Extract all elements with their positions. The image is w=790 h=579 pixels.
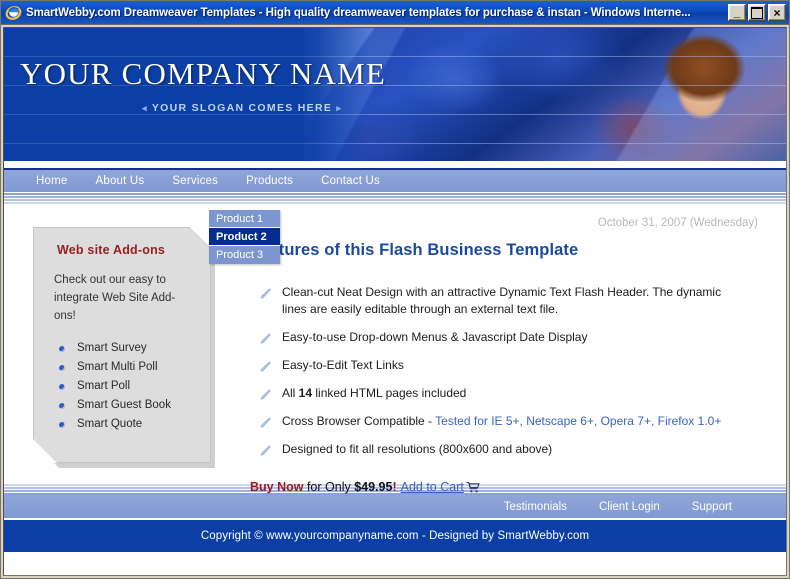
page-viewport: YOUR COMPANY NAME ◂ YOUR SLOGAN COMES HE…	[3, 27, 787, 576]
maximize-button[interactable]	[748, 4, 766, 21]
close-icon: ×	[773, 5, 781, 20]
title-bar: SmartWebby.com Dreamweaver Templates - H…	[1, 1, 789, 25]
minimize-button[interactable]: _	[728, 4, 746, 21]
sidebar-item-smart-multi-poll[interactable]: Smart Multi Poll	[57, 358, 207, 377]
dropdown-item-product-1[interactable]: Product 1	[209, 210, 280, 228]
sidebar-item-label: Smart Quote	[77, 418, 143, 430]
feature-item: Cross Browser Compatible - Tested for IE…	[258, 413, 728, 430]
banner-gradient-overlay	[289, 28, 369, 161]
feature-item: Easy-to-Edit Text Links	[258, 357, 728, 374]
bullet-dot-icon	[59, 403, 65, 409]
maximize-icon	[749, 5, 765, 20]
internet-explorer-icon	[5, 4, 22, 21]
pencil-bullet-icon	[260, 416, 271, 428]
buy-now-line: Buy Now for Only $49.95! Add to Cart	[250, 480, 776, 496]
products-dropdown-menu: Product 1 Product 2 Product 3	[209, 210, 280, 264]
sidebar-item-label: Smart Survey	[77, 342, 147, 354]
feature-list: Clean-cut Neat Design with an attractive…	[258, 284, 776, 458]
sidebar-description: Check out our easy to integrate Web Site…	[54, 274, 176, 322]
banner-photo	[304, 28, 786, 161]
for-only-label: for Only	[303, 480, 355, 494]
dropdown-item-product-2[interactable]: Product 2	[209, 228, 280, 246]
footer-navigation: Testimonials Client Login Support	[4, 495, 786, 518]
copyright-bar: Copyright © www.yourcompanyname.com - De…	[4, 518, 786, 552]
shopping-cart-icon[interactable]	[466, 481, 480, 496]
nav-stripe-divider	[4, 192, 786, 204]
feature-text: Clean-cut Neat Design with an attractive…	[282, 285, 722, 316]
dropdown-item-product-3[interactable]: Product 3	[209, 246, 280, 264]
slogan-left-arrow-icon: ◂	[142, 103, 148, 113]
pencil-bullet-icon	[260, 287, 271, 299]
bullet-dot-icon	[59, 365, 65, 371]
sidebar-item-smart-guest-book[interactable]: Smart Guest Book	[57, 396, 207, 415]
bullet-dot-icon	[59, 346, 65, 352]
browser-compat-link[interactable]: Tested for IE 5+, Netscape 6+, Opera 7+,…	[435, 414, 721, 428]
site-banner: YOUR COMPANY NAME ◂ YOUR SLOGAN COMES HE…	[4, 28, 786, 161]
feature-text-post: linked HTML pages included	[312, 386, 467, 400]
sidebar-item-label: Smart Multi Poll	[77, 361, 158, 373]
feature-item: All 14 linked HTML pages included	[258, 385, 728, 402]
sidebar-item-label: Smart Poll	[77, 380, 131, 392]
sidebar-title: Web site Add-ons	[57, 243, 166, 257]
bullet-dot-icon	[59, 422, 65, 428]
page-title: Features of this Flash Business Template	[250, 241, 579, 259]
feature-text: Easy-to-use Drop-down Menus & Javascript…	[282, 330, 588, 344]
top-navigation: Home About Us Services Products Contact …	[4, 168, 786, 192]
company-name: YOUR COMPANY NAME	[20, 56, 387, 91]
feature-page-count: 14	[298, 386, 313, 400]
nav-item-products[interactable]: Products	[232, 175, 307, 187]
sidebar-addons-panel: Web site Add-ons Check out our easy to i…	[33, 227, 211, 463]
footer-item-testimonials[interactable]: Testimonials	[488, 501, 583, 513]
buy-now-label: Buy Now	[250, 480, 304, 494]
bullet-dot-icon	[59, 384, 65, 390]
window-controls: _ ×	[728, 4, 786, 21]
slogan-right-arrow-icon: ▸	[336, 103, 343, 113]
add-to-cart-link[interactable]: Add to Cart	[401, 480, 464, 494]
price-exclamation: !	[392, 480, 397, 494]
minimize-icon: _	[733, 5, 741, 19]
sidebar-item-smart-poll[interactable]: Smart Poll	[57, 377, 207, 396]
pencil-bullet-icon	[260, 444, 271, 456]
nav-item-about-us[interactable]: About Us	[81, 175, 158, 187]
sidebar-addon-list: Smart Survey Smart Multi Poll Smart Poll…	[57, 339, 207, 434]
slogan-text: YOUR SLOGAN COMES HERE	[151, 102, 333, 114]
feature-text: Designed to fit all resolutions (800x600…	[282, 442, 553, 456]
sidebar-item-label: Smart Guest Book	[77, 399, 171, 411]
page-body: Web site Add-ons Check out our easy to i…	[4, 204, 786, 494]
footer-item-support[interactable]: Support	[676, 501, 748, 513]
pencil-bullet-icon	[260, 332, 271, 344]
banner-base-strip	[4, 161, 786, 168]
nav-item-home[interactable]: Home	[22, 175, 81, 187]
sidebar-item-smart-survey[interactable]: Smart Survey	[57, 339, 207, 358]
feature-item: Clean-cut Neat Design with an attractive…	[258, 284, 728, 318]
window-title: SmartWebby.com Dreamweaver Templates - H…	[26, 6, 691, 19]
footer-bottom-gap	[4, 552, 786, 557]
feature-item: Easy-to-use Drop-down Menus & Javascript…	[258, 329, 728, 346]
nav-item-services[interactable]: Services	[158, 175, 232, 187]
main-content: October 31, 2007 (Wednesday) Features of…	[244, 204, 776, 496]
pencil-bullet-icon	[260, 388, 271, 400]
footer-item-client-login[interactable]: Client Login	[583, 501, 676, 513]
sidebar-item-smart-quote[interactable]: Smart Quote	[57, 415, 207, 434]
feature-item: Designed to fit all resolutions (800x600…	[258, 441, 728, 458]
slogan: ◂ YOUR SLOGAN COMES HERE ▸	[142, 102, 342, 114]
feature-text: Easy-to-Edit Text Links	[282, 358, 404, 372]
price-label: $49.95	[354, 480, 393, 494]
browser-window: SmartWebby.com Dreamweaver Templates - H…	[0, 0, 790, 579]
close-button[interactable]: ×	[768, 4, 786, 21]
pencil-bullet-icon	[260, 360, 271, 372]
feature-text-pre: All	[282, 386, 299, 400]
feature-text-pre: Cross Browser Compatible -	[282, 414, 436, 428]
current-date: October 31, 2007 (Wednesday)	[597, 217, 758, 229]
nav-item-contact-us[interactable]: Contact Us	[307, 175, 394, 187]
